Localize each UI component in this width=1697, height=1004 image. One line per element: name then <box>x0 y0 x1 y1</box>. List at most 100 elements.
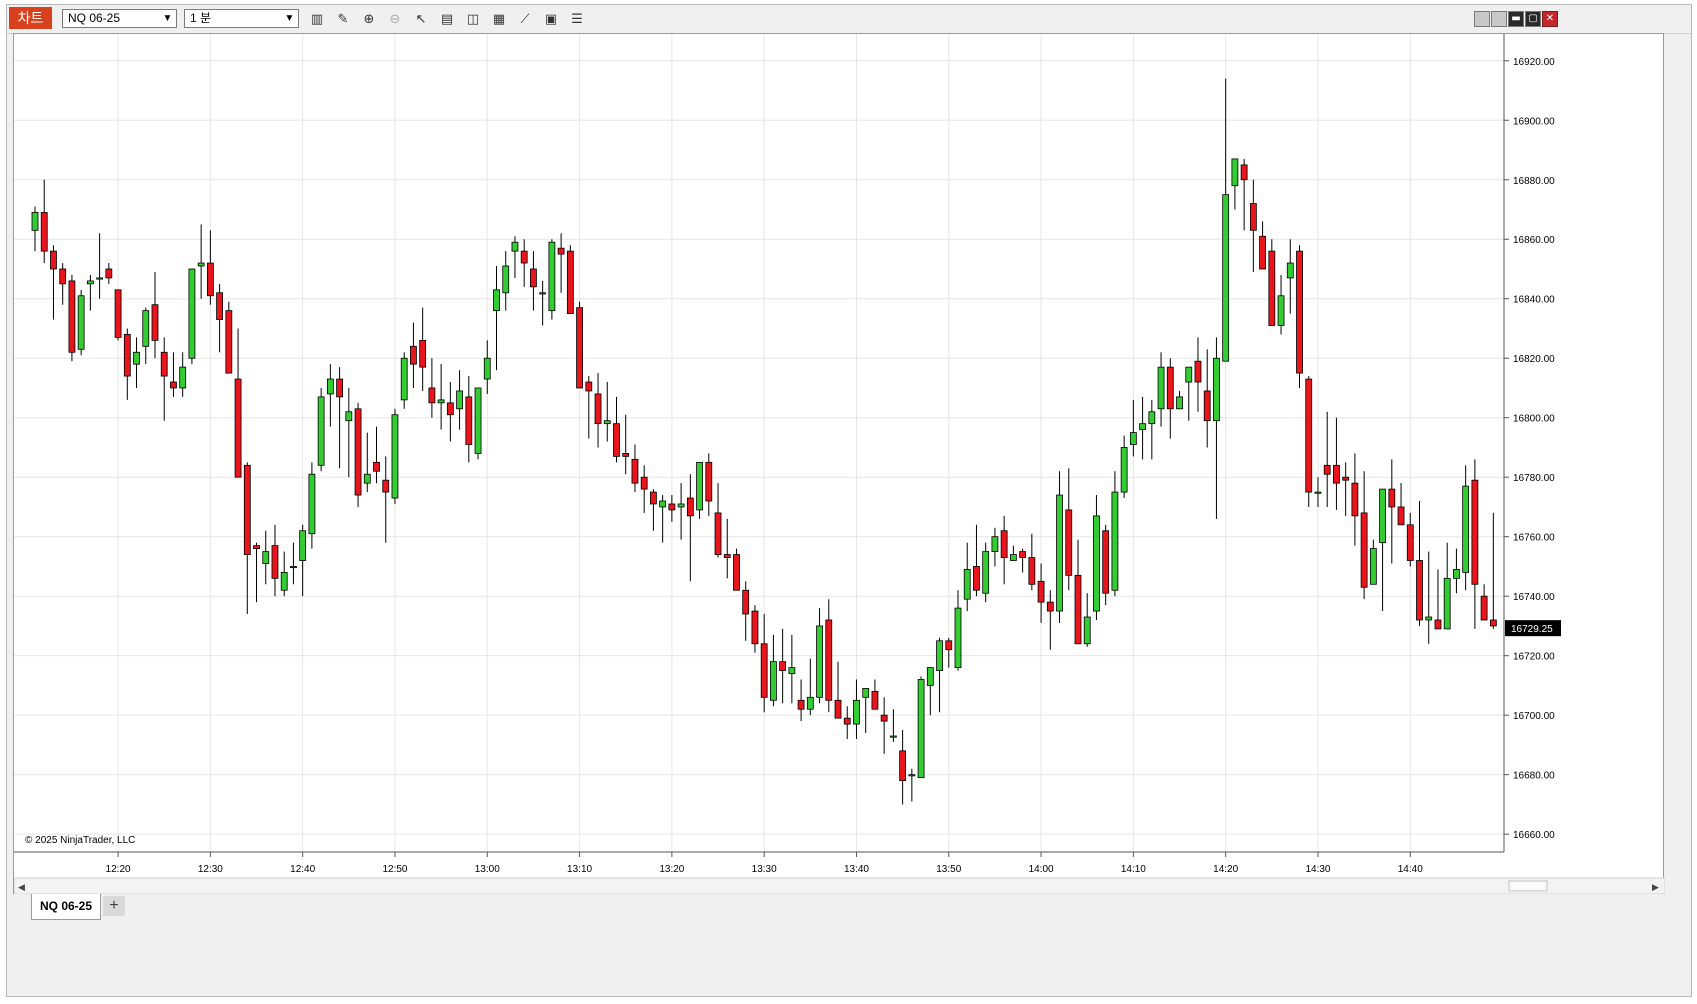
candle-up <box>96 277 104 280</box>
candle-up <box>188 268 196 359</box>
y-tick-label: 16680.00 <box>1513 771 1555 782</box>
candle-up <box>806 696 814 710</box>
strategies-icon[interactable]: ▦ <box>489 11 509 29</box>
candle-down <box>622 453 630 457</box>
candle-down <box>520 250 528 264</box>
bar-type-icon[interactable]: ▥ <box>307 11 327 29</box>
candle-down <box>742 589 750 615</box>
candle-down <box>40 212 48 252</box>
candle-up <box>1425 616 1433 621</box>
properties-icon[interactable]: ▣ <box>541 11 561 29</box>
candle-down <box>1166 366 1174 410</box>
close-icon[interactable]: ✕ <box>1542 11 1558 27</box>
candle-down <box>576 307 583 389</box>
list-icon[interactable]: ☰ <box>567 11 587 29</box>
x-tick-label: 13:30 <box>752 864 777 875</box>
candle-down <box>779 661 787 671</box>
candle-up <box>31 212 39 231</box>
candle-down <box>1416 560 1423 621</box>
zoom-out-icon[interactable]: ⊖ <box>385 11 405 29</box>
tab-nq-06-25[interactable]: NQ 06-25 <box>31 894 101 920</box>
candle-down <box>1406 524 1414 561</box>
candle-down <box>566 250 574 315</box>
candle-down <box>151 304 159 341</box>
candle-up <box>1231 158 1239 187</box>
candle-down <box>733 554 740 591</box>
x-tick-label: 13:10 <box>567 864 592 875</box>
candle-up <box>889 735 897 738</box>
x-tick-label: 12:50 <box>382 864 407 875</box>
chart-menu-button[interactable]: 차트 <box>9 7 52 29</box>
candle-up <box>1148 411 1156 425</box>
candle-up <box>483 357 491 380</box>
candle-down <box>834 699 842 719</box>
candle-up <box>908 774 916 777</box>
candle-down <box>382 479 390 493</box>
candle-up <box>86 280 94 285</box>
candle-up <box>511 241 519 252</box>
candle-up <box>1093 515 1100 612</box>
candle-down <box>631 458 639 484</box>
candle-down <box>216 292 224 320</box>
candle-up <box>1462 485 1470 573</box>
candle-up <box>456 390 463 410</box>
maximize-icon[interactable]: ▬ <box>1508 11 1524 27</box>
candle-up <box>142 310 150 347</box>
candle-down <box>50 250 57 270</box>
candle-down <box>899 750 907 782</box>
pencil-icon[interactable]: ✎ <box>333 11 353 29</box>
y-tick-label: 16800.00 <box>1513 414 1555 425</box>
candle-down <box>225 310 233 374</box>
candle-up <box>926 667 934 686</box>
candle-down <box>446 402 454 416</box>
y-tick-label: 16740.00 <box>1513 592 1555 603</box>
candle-down <box>271 545 279 579</box>
candle-down <box>723 554 731 558</box>
drawing-tools-icon[interactable]: ⟋ <box>515 11 535 29</box>
x-tick-label: 13:00 <box>475 864 500 875</box>
candle-down <box>1000 530 1008 558</box>
add-tab-button[interactable]: + <box>103 896 125 916</box>
candle-down <box>59 268 67 285</box>
horizontal-scrollbar <box>14 877 1665 895</box>
pointer-icon[interactable]: ↖ <box>411 11 431 29</box>
indicators-icon[interactable]: ◫ <box>463 11 483 29</box>
zoom-in-icon[interactable]: ⊕ <box>359 11 379 29</box>
window-restore-icon[interactable]: ▢ <box>1525 11 1541 27</box>
candle-down <box>1471 479 1479 585</box>
candle-up <box>1379 488 1386 544</box>
candle-up <box>788 667 796 674</box>
candle-down <box>714 512 722 555</box>
candle-up <box>1129 432 1137 445</box>
candle-up <box>539 292 547 295</box>
candle-down <box>797 699 805 710</box>
candle-up <box>1157 366 1165 410</box>
x-tick-label: 14:10 <box>1121 864 1146 875</box>
candle-down <box>354 408 362 496</box>
x-tick-label: 14:40 <box>1398 864 1423 875</box>
candle-up <box>548 241 556 312</box>
candle-down <box>945 640 953 651</box>
candle-down <box>1259 235 1266 270</box>
candlestick-chart[interactable]: 16660.00 16680.00 16700.00 16720.00 16740.00… <box>14 34 1665 896</box>
candle-up <box>1009 554 1017 561</box>
candle-down <box>206 262 214 297</box>
minimize-icon[interactable] <box>1474 11 1490 27</box>
candle-down <box>1351 482 1359 517</box>
candle-up <box>1222 194 1230 362</box>
candle-down <box>1028 557 1036 585</box>
y-tick-label: 16920.00 <box>1513 57 1555 68</box>
candle-down <box>419 339 427 368</box>
candle-down <box>234 378 242 478</box>
interval-selector[interactable]: 1 분 ▼ <box>184 9 299 28</box>
restore-icon[interactable] <box>1491 11 1507 27</box>
instrument-selector[interactable]: NQ 06-25 ▼ <box>62 9 177 28</box>
candle-down <box>1342 476 1350 481</box>
data-box-icon[interactable]: ▤ <box>437 11 457 29</box>
chart-panel[interactable]: 16660.00 16680.00 16700.00 16720.00 16740.00… <box>13 33 1665 896</box>
candle-up <box>1120 447 1128 493</box>
candle-down <box>973 566 980 591</box>
candle-down <box>1240 164 1248 181</box>
candle-down <box>1397 506 1405 526</box>
candle-down <box>530 268 537 288</box>
